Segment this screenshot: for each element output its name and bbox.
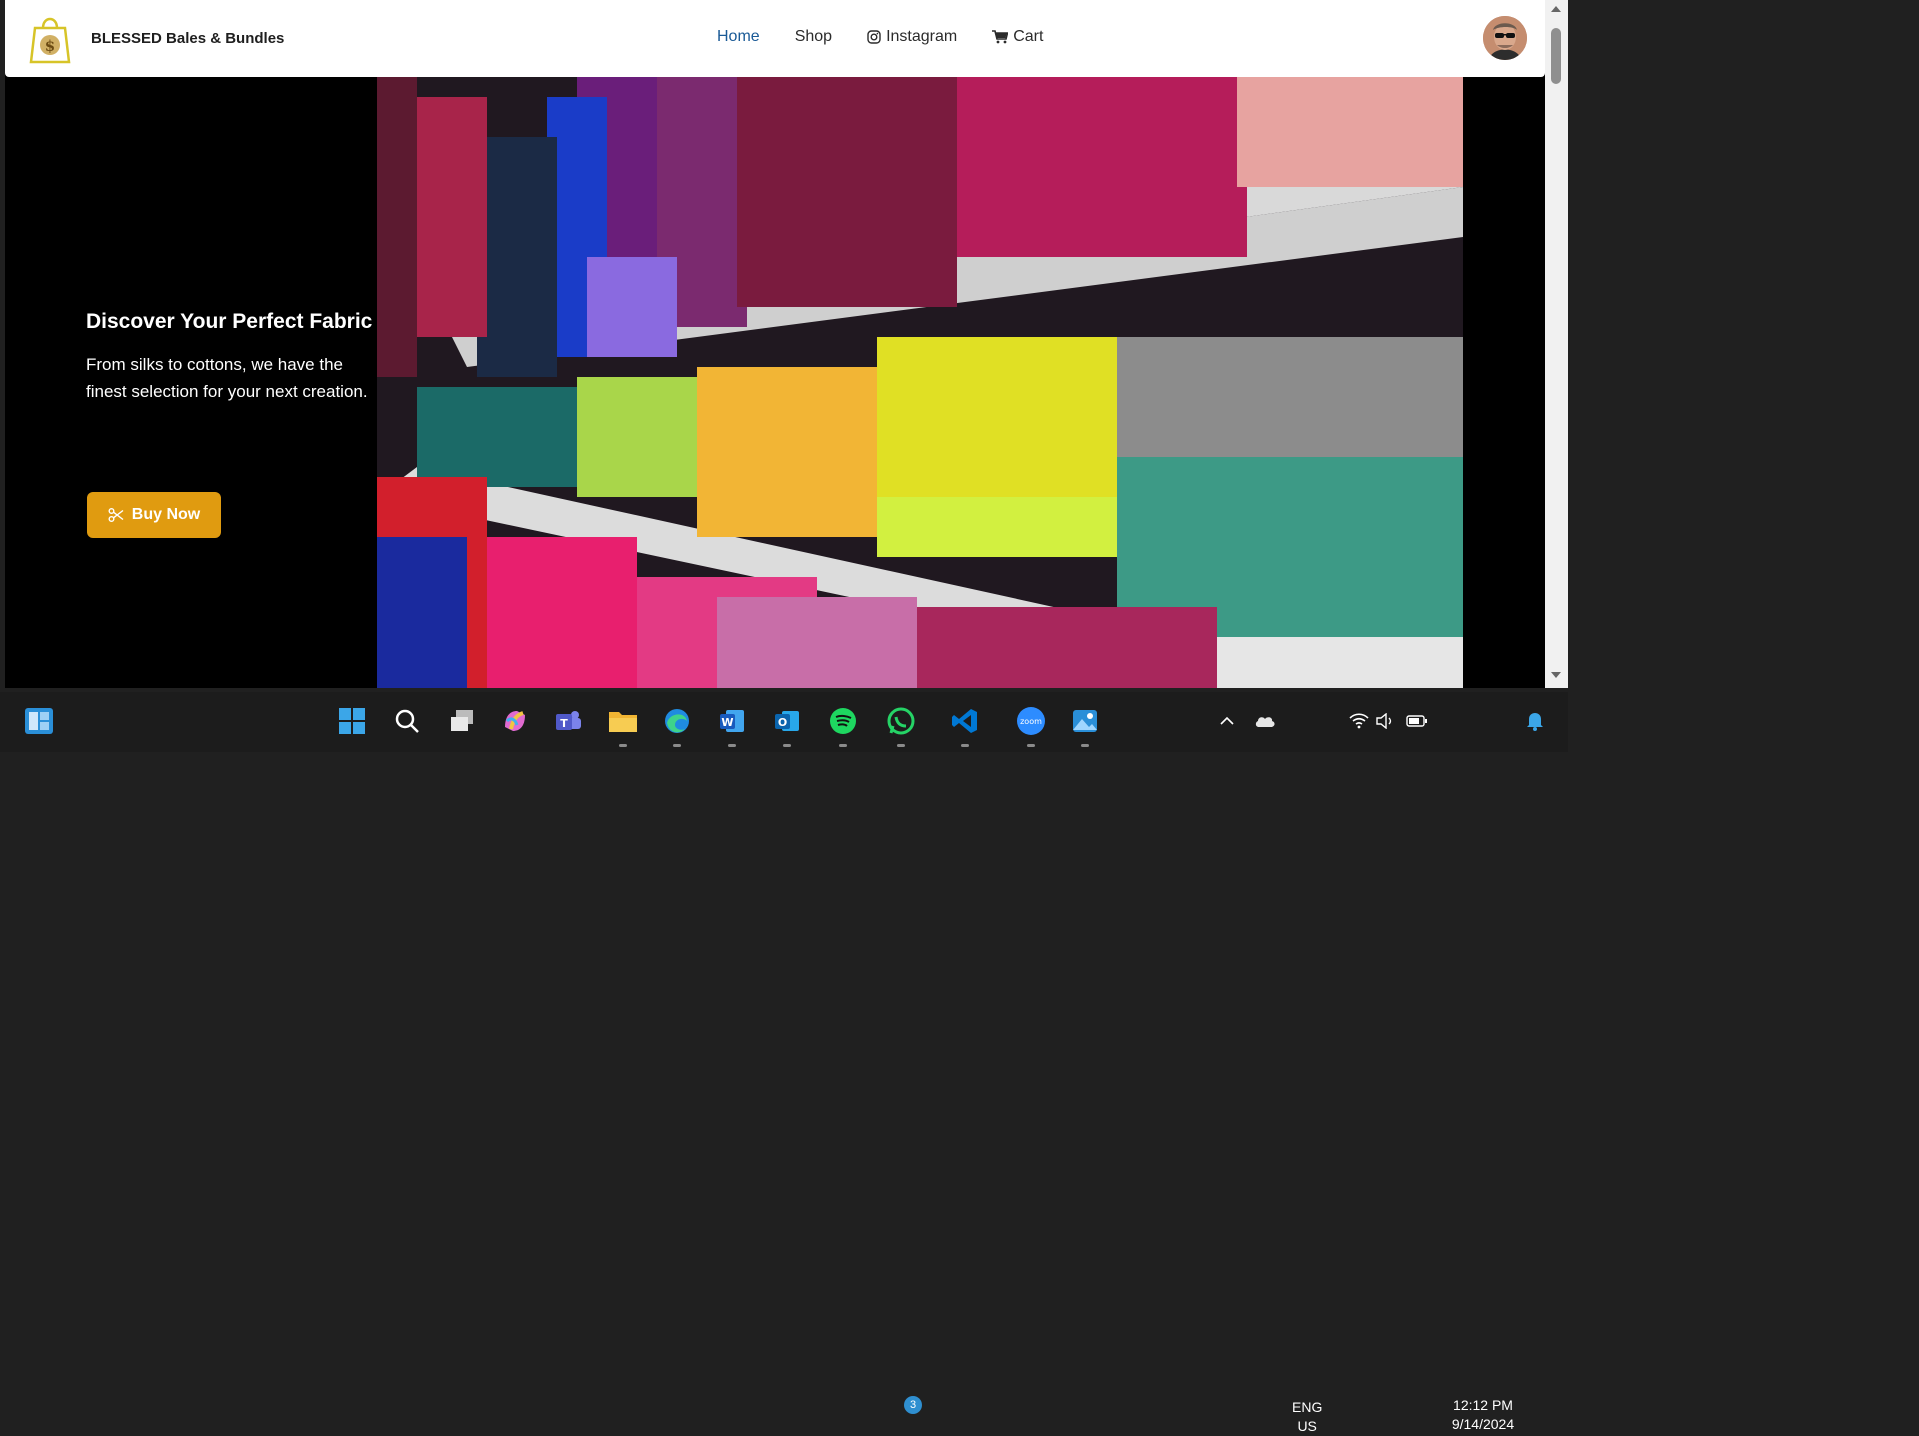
word-icon[interactable]: W	[715, 704, 749, 738]
whatsapp-running-indicator	[897, 744, 905, 747]
nav-home-link[interactable]: Home	[717, 28, 760, 46]
search-icon[interactable]	[390, 704, 424, 738]
hero-text: Discover Your Perfect Fabric From silks …	[86, 306, 376, 405]
task-view-icon[interactable]	[445, 704, 479, 738]
user-avatar[interactable]	[1483, 16, 1527, 60]
vscode-icon[interactable]	[948, 704, 982, 738]
scroll-thumb[interactable]	[1551, 28, 1561, 84]
start-icon[interactable]	[335, 704, 369, 738]
nav-cart-link[interactable]: Cart	[992, 28, 1043, 46]
input-language-indicator[interactable]: ENG US	[1292, 1398, 1322, 1436]
battery-icon[interactable]	[1400, 704, 1434, 738]
whatsapp-notification-badge: 3	[904, 1396, 922, 1414]
nav-cart-label: Cart	[1013, 28, 1044, 45]
nav-instagram-label: Instagram	[886, 28, 958, 45]
whatsapp-icon[interactable]	[884, 704, 918, 738]
svg-text:W: W	[721, 716, 733, 729]
avatar-photo	[1483, 16, 1527, 60]
notification-bell-icon[interactable]	[1518, 704, 1552, 738]
file-explorer-icon[interactable]	[606, 704, 640, 738]
windows-taskbar: T W O 3 zoom ENG US 12:12 PM 9/14/2024	[0, 692, 1568, 1434]
instagram-icon	[867, 30, 881, 44]
scroll-down-arrow-icon[interactable]	[1551, 672, 1561, 678]
onedrive-cloud-icon[interactable]	[1248, 704, 1282, 738]
outlook-icon[interactable]: O	[770, 704, 804, 738]
clock-date: 9/14/2024	[1451, 1416, 1515, 1432]
language-code: ENG	[1292, 1399, 1323, 1415]
system-clock[interactable]: 12:12 PM 9/14/2024	[1440, 1396, 1526, 1434]
spotify-icon[interactable]	[826, 704, 860, 738]
photos-icon[interactable]	[1068, 704, 1102, 738]
hero-fabric-image	[377, 77, 1463, 688]
widgets-icon[interactable]	[22, 704, 56, 738]
word-running-indicator	[728, 744, 736, 747]
zoom-icon-label: zoom	[1020, 717, 1042, 726]
svg-text:$: $	[45, 37, 55, 55]
nav-shop-link[interactable]: Shop	[795, 28, 832, 46]
nav-instagram-link[interactable]: Instagram	[867, 28, 957, 46]
scissors-icon	[108, 508, 124, 522]
svg-text:O: O	[778, 716, 787, 729]
fabric-shelves-illustration	[377, 77, 1463, 688]
navbar: $ BLESSED Bales & Bundles Home Shop Inst…	[5, 0, 1545, 77]
scroll-up-arrow-icon[interactable]	[1551, 6, 1561, 12]
edge-running-indicator	[673, 744, 681, 747]
brand-name: BLESSED Bales & Bundles	[91, 29, 285, 47]
buy-now-label: Buy Now	[131, 506, 201, 523]
spotify-running-indicator	[839, 744, 847, 747]
file-explorer-running-indicator	[619, 744, 627, 747]
svg-text:T: T	[560, 717, 568, 730]
vscode-running-indicator	[961, 744, 969, 747]
zoom-icon[interactable]: zoom	[1014, 704, 1048, 738]
buy-now-button[interactable]: Buy Now	[87, 492, 221, 538]
photos-running-indicator	[1081, 744, 1089, 747]
clock-time: 12:12 PM	[1453, 1397, 1513, 1413]
zoom-running-indicator	[1027, 744, 1035, 747]
copilot-icon[interactable]	[498, 704, 532, 738]
region-code: US	[1297, 1418, 1317, 1434]
edge-icon[interactable]	[660, 704, 694, 738]
hero-subtitle: From silks to cottons, we have the fines…	[86, 355, 368, 401]
outlook-running-indicator	[783, 744, 791, 747]
nav-links: Home Shop Instagram Cart	[717, 28, 1078, 46]
hero-title: Discover Your Perfect Fabric	[86, 310, 373, 333]
brand[interactable]: $ BLESSED Bales & Bundles	[27, 10, 284, 66]
cart-icon	[992, 30, 1009, 44]
teams-icon[interactable]: T	[551, 704, 585, 738]
volume-icon[interactable]	[1368, 704, 1402, 738]
browser-viewport: $ BLESSED Bales & Bundles Home Shop Inst…	[5, 0, 1545, 688]
page-scrollbar[interactable]	[1545, 0, 1568, 688]
chevron-up-icon[interactable]	[1210, 704, 1244, 738]
shopping-bag-logo-icon: $	[29, 17, 71, 64]
